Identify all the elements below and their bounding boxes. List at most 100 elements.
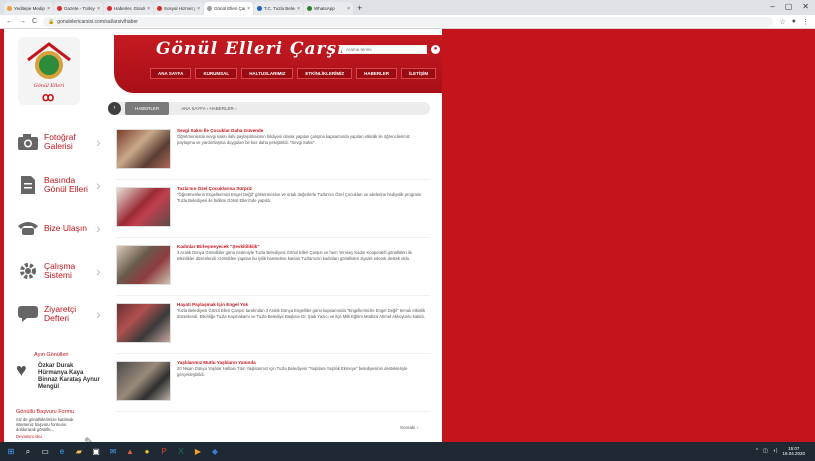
nav-item-home[interactable]: ANA SAYFA <box>150 68 192 79</box>
edge-icon[interactable]: e <box>57 447 67 457</box>
news-thumbnail[interactable] <box>116 303 171 343</box>
tab-title: T.C. Tuzla Belediyesi <box>264 6 295 11</box>
mail-icon[interactable]: ✉ <box>108 447 118 457</box>
news-thumbnail[interactable] <box>116 187 171 227</box>
powerpoint-icon[interactable]: P <box>159 447 169 457</box>
clock[interactable]: 15:07 16.04.2020 <box>782 446 805 456</box>
tray-arrow-icon[interactable]: ^ <box>756 448 758 454</box>
forward-icon[interactable]: → <box>19 18 26 25</box>
bookmark-star-icon[interactable]: ☆ <box>779 18 785 26</box>
news-thumbnail[interactable] <box>116 129 171 169</box>
address-bar[interactable]: 🔒 gonulelericarsisi.com/sal/arsiv/haber <box>43 16 774 27</box>
reload-icon[interactable]: C <box>32 18 37 25</box>
tab-close-icon[interactable]: × <box>247 6 250 12</box>
menu-item-guestbook[interactable]: Ziyaretçi Defteri › <box>16 294 106 334</box>
logo-circle-icon <box>35 51 63 79</box>
browser-tab[interactable]: Gönül Elleri Çarşısı - Tuzla× <box>204 2 253 15</box>
news-title[interactable]: Sevgi Saksı İle Çocuklar Daha Güvende <box>177 128 427 133</box>
back-icon[interactable]: ← <box>6 18 13 25</box>
menu-item-press[interactable]: Basında Gönül Elleri › <box>16 165 106 205</box>
nav-item-news[interactable]: HABERLER <box>356 68 398 79</box>
browser-tab[interactable]: Sosyal Hizmet yazar× <box>154 2 203 15</box>
next-page-link[interactable]: Sonraki › <box>400 425 418 430</box>
tab-close-icon[interactable]: × <box>47 6 50 12</box>
tab-close-icon[interactable]: × <box>347 6 350 12</box>
taskbar: ⊞ ⌕ ▭ e ▰ ▣ ✉ ▲ ● P X ▶ ◆ ^ ◫ ◖) 15:07 16.04.2020 <box>0 442 815 461</box>
pen-icon: ✎ <box>84 435 95 442</box>
browser-tab[interactable]: Gazete - Türkiye'nin lik× <box>54 2 103 15</box>
news-item[interactable]: Sevgi Saksı İle Çocuklar Daha Güvende Öğ… <box>116 125 430 180</box>
volunteer-form-link[interactable]: Devamını oku <box>16 434 80 439</box>
excel-icon[interactable]: X <box>176 447 186 457</box>
file-explorer-icon[interactable]: ▰ <box>74 447 84 457</box>
search-input[interactable] <box>342 45 427 54</box>
browser-tab[interactable]: Haberler, Gündem ve× <box>104 2 153 15</box>
browser-menu-icon[interactable]: ⋮ <box>802 18 809 26</box>
volunteer-form-desc: Siz de gönüllülerimize katılmak istersen… <box>16 417 74 432</box>
news-thumbnail[interactable] <box>116 361 171 401</box>
news-item[interactable]: Yaşlılarımız Mutlu Yaşlıların Yanında 20… <box>116 357 430 412</box>
news-body: 3 Aralık Dünya Gönüllüler günü nedeniyle… <box>177 250 413 261</box>
chevron-right-icon: › <box>96 263 101 279</box>
browser-tab[interactable]: WhatsApp × <box>304 2 353 15</box>
news-title[interactable]: Yaşlılarımız Mutlu Yaşlıların Yanında <box>177 360 427 365</box>
chevron-right-icon: › <box>96 134 101 150</box>
news-item[interactable]: Tuzla'nın Özel Çocuklarına Sürpriz "Öğre… <box>116 183 430 238</box>
windows-icon[interactable]: ⊞ <box>6 447 16 457</box>
news-title[interactable]: Kadınlar Birleşmeyecek "Şevkitiliklik" <box>177 244 427 249</box>
main-nav: ANA SAYFA KURUMSAL HALTUSLARIMIZ ETKİNLİ… <box>150 68 437 79</box>
news-title[interactable]: Tuzla'nın Özel Çocuklarına Sürpriz <box>177 186 427 191</box>
news-thumbnail[interactable] <box>116 245 171 285</box>
menu-item-work-system[interactable]: Çalışma Sistemi › <box>16 251 106 291</box>
phone-icon <box>16 217 40 239</box>
tab-close-icon[interactable]: × <box>97 6 100 12</box>
news-item[interactable]: Kadınlar Birleşmeyecek "Şevkitiliklik" 3… <box>116 241 430 296</box>
minimize-button[interactable]: – <box>770 2 774 11</box>
menu-label: Fotoğraf Galerisi <box>44 132 76 151</box>
menu-item-photo-gallery[interactable]: Fotoğraf Galerisi › <box>16 122 106 162</box>
browser-tab[interactable]: T.C. Tuzla Belediyesi× <box>254 2 303 15</box>
volunteer-form-heading[interactable]: Gönüllü Başvuru Formu <box>16 409 102 415</box>
photos-icon[interactable]: ▲ <box>125 447 135 457</box>
tab-close-icon[interactable]: × <box>197 6 200 12</box>
search-icon[interactable]: ⌕ <box>23 447 33 457</box>
url-text: gonulelericarsisi.com/sal/arsiv/haber <box>57 18 138 25</box>
volume-icon[interactable]: ◖) <box>773 448 778 454</box>
nav-item-services[interactable]: HALTUSLARIMIZ <box>241 68 294 79</box>
breadcrumb-path[interactable]: ANA SAYFA › HABERLER › <box>181 106 236 111</box>
clock-date: 16.04.2020 <box>782 451 805 456</box>
tab-favicon-icon <box>207 6 212 11</box>
news-item[interactable]: Hayati Paylaşmak İçin Engel Yok Tuzla Be… <box>116 299 430 354</box>
volunteer-names: Özkar Durak Hürmanya Kaya Binnaz Karataş… <box>38 363 100 390</box>
side-menu: Fotoğraf Galerisi › Basında Gönül Elleri… <box>16 122 106 337</box>
news-title[interactable]: Hayati Paylaşmak İçin Engel Yok <box>177 302 427 307</box>
browser-tab[interactable]: Yeditepe Medipol × <box>4 2 53 15</box>
search-button[interactable]: ● <box>431 45 440 54</box>
store-icon[interactable]: ▣ <box>91 447 101 457</box>
site-logo[interactable]: Gönül Elleri ꝏ <box>18 37 80 105</box>
player-icon[interactable]: ▶ <box>193 447 203 457</box>
nav-item-contact[interactable]: İLETİŞİM <box>401 68 437 79</box>
browser-toolbar: ← → C 🔒 gonulelericarsisi.com/sal/arsiv/… <box>0 15 815 29</box>
close-window-button[interactable]: ✕ <box>802 2 809 11</box>
new-tab-button[interactable]: + <box>357 2 362 15</box>
tab-favicon-icon <box>57 6 62 11</box>
maximize-button[interactable]: ▢ <box>785 2 793 11</box>
nav-item-corporate[interactable]: KURUMSAL <box>195 68 238 79</box>
web-viewport: Gönül Elleri ꝏ Gönül Elleri Çarşısı ● AN… <box>0 29 815 442</box>
logo-text: Gönül Elleri <box>33 83 65 89</box>
task-view-icon[interactable]: ▭ <box>40 447 50 457</box>
volunteer-form-box[interactable]: Gönüllü Başvuru Formu Siz de gönüllüleri… <box>16 409 102 442</box>
profile-icon[interactable]: ● <box>792 18 796 25</box>
network-icon[interactable]: ◫ <box>763 448 768 454</box>
menu-item-contact[interactable]: Bize Ulaşın › <box>16 208 106 248</box>
tab-close-icon[interactable]: × <box>147 6 150 12</box>
chrome-icon[interactable]: ● <box>142 447 152 457</box>
nav-item-events[interactable]: ETKİNLİKLERİMİZ <box>297 68 353 79</box>
tab-title: Gönül Elleri Çarşısı - Tuzla <box>214 6 246 11</box>
news-list: Sevgi Saksı İle Çocuklar Daha Güvende Öğ… <box>116 125 430 415</box>
chat-app-icon[interactable]: ◆ <box>210 447 220 457</box>
tab-close-icon[interactable]: × <box>297 6 300 12</box>
breadcrumb-home-icon[interactable]: › <box>108 102 121 115</box>
document-icon <box>16 174 40 196</box>
